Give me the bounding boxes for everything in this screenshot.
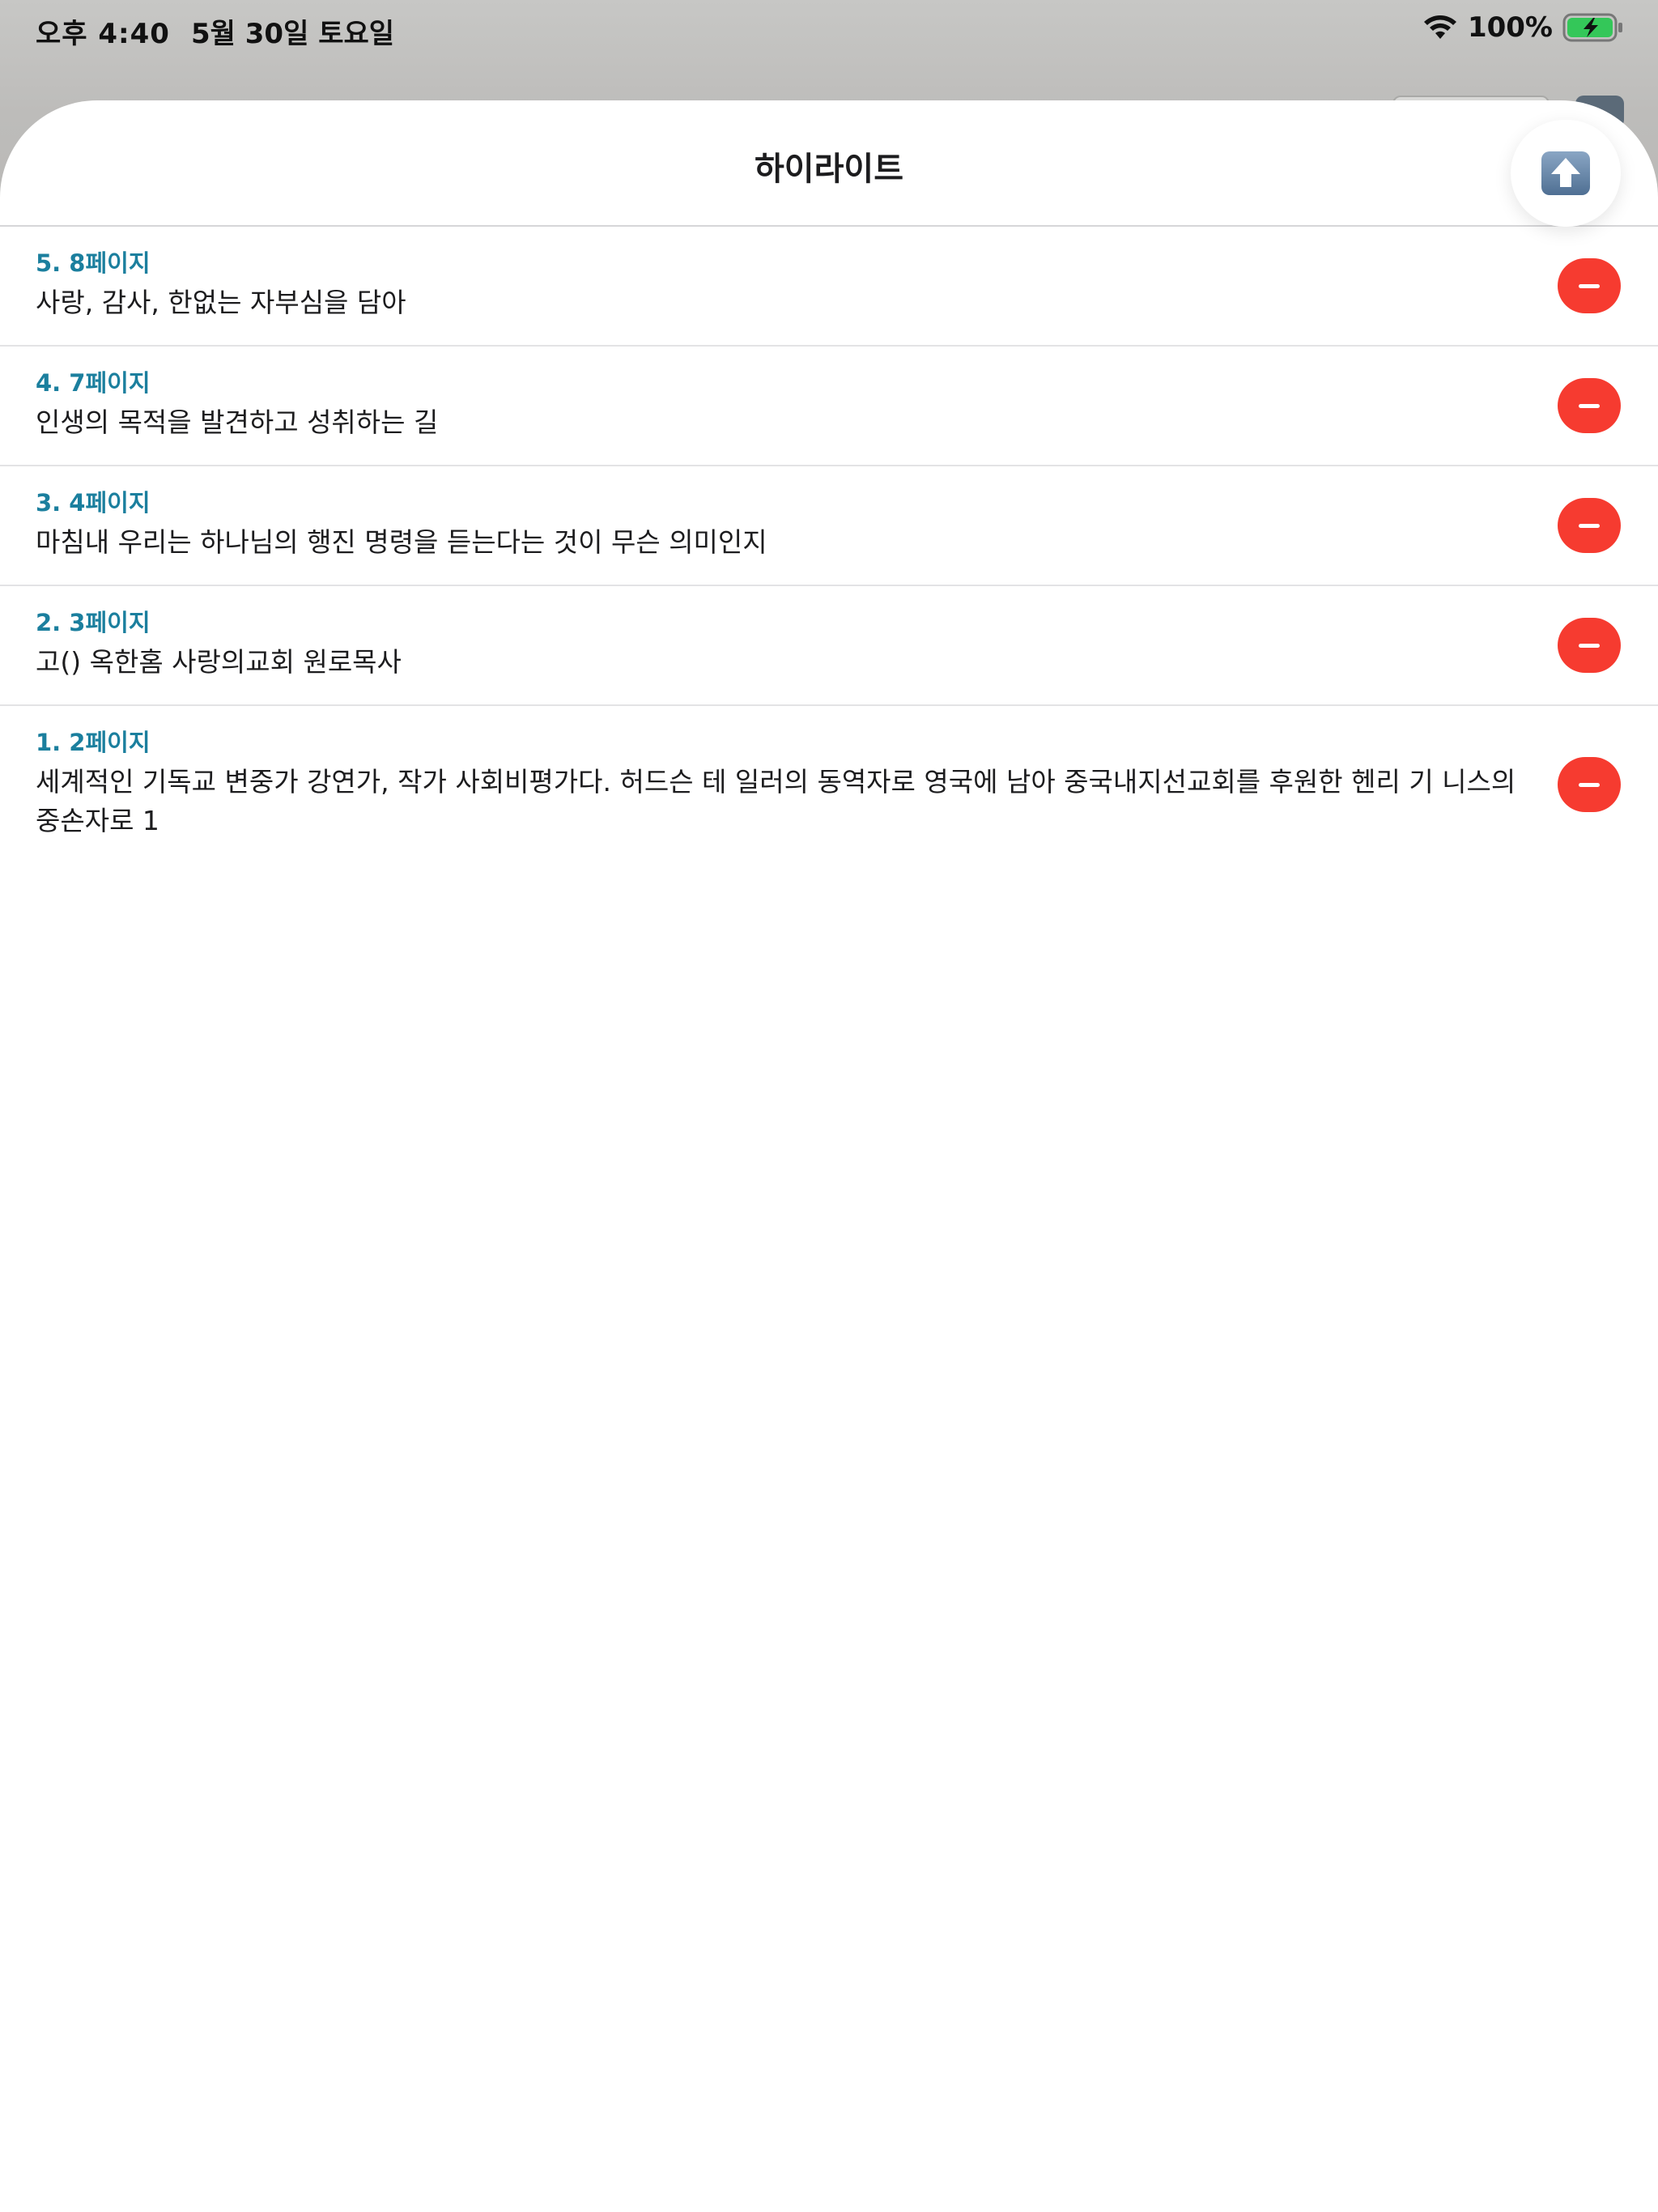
highlight-text: 인생의 목적을 발견하고 성취하는 길 xyxy=(36,406,439,438)
list-item[interactable]: 2. 3페이지 고() 옥한홈 사랑의교회 원로목사 xyxy=(0,586,1658,706)
sheet-header: 하이라이트 xyxy=(0,100,1658,227)
delete-button[interactable] xyxy=(1558,378,1621,433)
status-time: 오후 4:40 xyxy=(36,18,170,50)
status-bar: 오후 4:40 5월 30일 토요일 100% xyxy=(0,0,1658,62)
minus-icon xyxy=(1579,782,1600,787)
minus-icon xyxy=(1579,523,1600,528)
delete-button[interactable] xyxy=(1558,498,1621,553)
highlight-text: 마침내 우리는 하나님의 행진 명령을 듣는다는 것이 무슨 의미인지 xyxy=(36,526,767,558)
battery-percentage: 100% xyxy=(1467,11,1553,44)
list-item[interactable]: 3. 4페이지 마침내 우리는 하나님의 행진 명령을 듣는다는 것이 무슨 의… xyxy=(0,466,1658,586)
highlight-text: 고() 옥한홈 사랑의교회 원로목사 xyxy=(36,646,402,678)
list-item[interactable]: 1. 2페이지 세계적인 기독교 변중가 강연가, 작가 사회비평가다. 허드슨… xyxy=(0,706,1658,863)
highlight-list: 5. 8페이지 사랑, 감사, 한없는 자부심을 담아 4. 7페이지 인생의 … xyxy=(0,227,1658,863)
battery-charging-icon xyxy=(1562,13,1622,42)
highlight-page-label: 2. 3페이지 xyxy=(36,609,151,636)
delete-button[interactable] xyxy=(1558,757,1621,812)
highlights-sheet: 하이라이트 5. 8페이지 사랑, 감사, 한없는 자부심을 담아 4. 7페이… xyxy=(0,100,1658,2212)
highlight-page-label: 1. 2페이지 xyxy=(36,729,151,756)
minus-icon xyxy=(1579,283,1600,288)
upload-arrow-icon xyxy=(1541,151,1590,195)
highlight-page-label: 4. 7페이지 xyxy=(36,369,151,397)
highlight-text: 사랑, 감사, 한없는 자부심을 담아 xyxy=(36,287,406,318)
status-indicators: 100% xyxy=(1422,11,1624,44)
minus-icon xyxy=(1579,643,1600,648)
list-item[interactable]: 5. 8페이지 사랑, 감사, 한없는 자부심을 담아 xyxy=(0,227,1658,347)
highlight-text: 세계적인 기독교 변중가 강연가, 작가 사회비평가다. 허드슨 테 일러의 동… xyxy=(36,766,1516,836)
export-button[interactable] xyxy=(1511,120,1621,227)
delete-button[interactable] xyxy=(1558,258,1621,313)
sheet-title: 하이라이트 xyxy=(755,151,903,188)
delete-button[interactable] xyxy=(1558,618,1621,673)
minus-icon xyxy=(1579,403,1600,408)
highlight-page-label: 3. 4페이지 xyxy=(36,489,151,517)
status-date: 5월 30일 토요일 xyxy=(191,18,395,50)
wifi-icon xyxy=(1423,15,1456,39)
highlight-page-label: 5. 8페이지 xyxy=(36,249,151,277)
list-item[interactable]: 4. 7페이지 인생의 목적을 발견하고 성취하는 길 xyxy=(0,347,1658,466)
